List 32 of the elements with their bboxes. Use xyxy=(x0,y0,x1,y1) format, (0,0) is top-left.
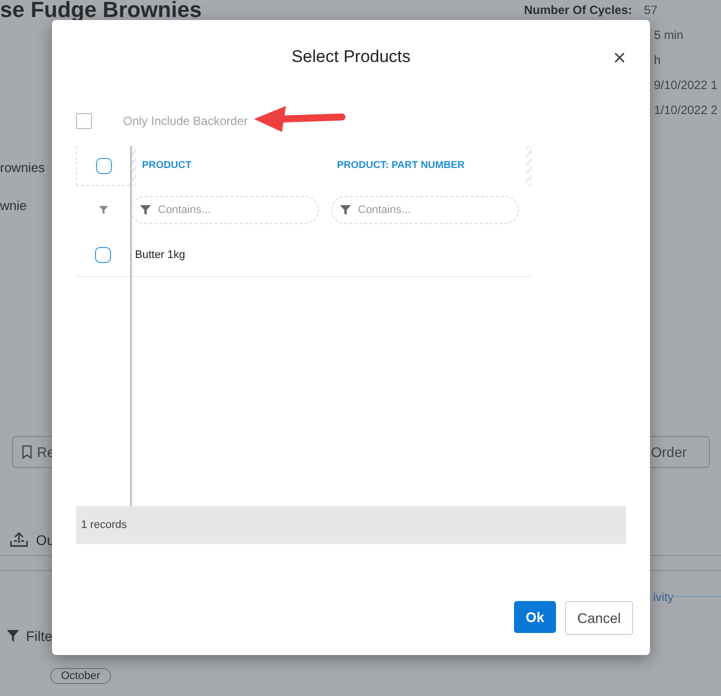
filter-field[interactable]: Contains... xyxy=(331,196,519,224)
filter-field[interactable]: Contains... xyxy=(131,196,319,224)
filter-icon xyxy=(140,205,151,215)
filter-icon xyxy=(340,205,351,215)
column-header[interactable]: PRODUCT: PART NUMBER xyxy=(331,160,526,170)
filter-icon xyxy=(98,206,108,214)
activity-link[interactable]: ivity xyxy=(653,590,674,604)
column-header[interactable]: PRODUCT xyxy=(136,160,331,170)
records-count: 1 records xyxy=(81,519,127,531)
backorder-checkbox[interactable] xyxy=(76,113,92,129)
detail-label: Number Of Cycles: xyxy=(524,2,632,16)
month-chip[interactable]: October xyxy=(50,668,112,684)
detail-value: 57 xyxy=(644,2,658,16)
page-title: se Fudge Brownies xyxy=(0,0,202,23)
row-checkbox[interactable] xyxy=(95,247,111,263)
backorder-label: Only Include Backorder xyxy=(123,114,248,128)
list-item[interactable]: rownies xyxy=(0,160,45,175)
filter-icon xyxy=(6,629,20,643)
list-item[interactable]: wnie xyxy=(0,198,27,213)
select-all-checkbox[interactable] xyxy=(96,158,112,174)
detail-value: 9/10/2022 1 xyxy=(654,78,718,92)
cancel-button[interactable]: Cancel xyxy=(565,601,633,635)
upload-icon xyxy=(10,532,28,548)
bookmark-icon xyxy=(21,445,33,459)
filter-label[interactable]: Filte xyxy=(26,628,52,644)
close-button[interactable]: × xyxy=(609,46,630,70)
detail-value: 5 min xyxy=(654,28,684,42)
dialog-title: Select Products xyxy=(291,47,411,67)
ok-button[interactable]: Ok xyxy=(514,601,556,633)
table-cell: Butter 1kg xyxy=(135,249,186,261)
detail-value: h xyxy=(654,52,661,66)
detail-value: 1/10/2022 2 xyxy=(654,102,718,116)
